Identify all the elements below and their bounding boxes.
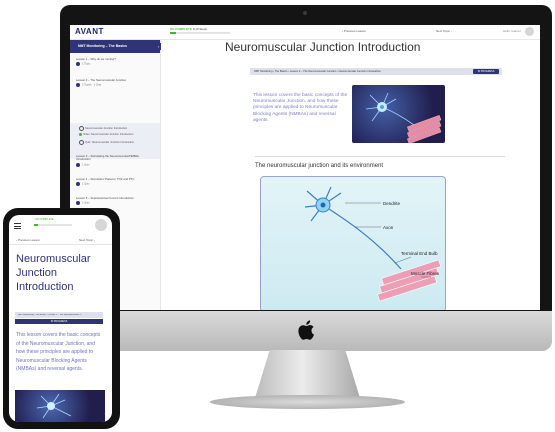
lesson-item[interactable]: Lesson 1 – Why do we monitor? 1 Topic xyxy=(76,57,154,67)
phone-status-badge: IN PROGRESS xyxy=(15,319,103,324)
lesson-title: Lesson 2 – The Neuromuscular Junction xyxy=(76,78,127,82)
lesson-dot-icon xyxy=(76,62,80,67)
phone-previous-lesson-link[interactable]: ‹ Previous Lesson xyxy=(16,238,40,242)
phone-breadcrumb[interactable]: NMT Monitoring › The Basics › Lesson 2 –… xyxy=(15,312,103,318)
phone-screen: 0% COMPLETE ‹ Previous Lesson Next Topic… xyxy=(9,215,112,422)
progress-bar xyxy=(170,32,230,34)
avant-logo[interactable]: AVANT xyxy=(75,27,104,36)
camera-icon xyxy=(303,11,307,15)
lesson-intro: This lesson covers the basic concepts of… xyxy=(253,93,348,123)
lesson-item[interactable]: Lesson 2 – The Neuromuscular Junction 2 … xyxy=(76,78,154,88)
neuron-image xyxy=(352,85,445,143)
dendrite-label: Dendrite xyxy=(383,201,401,206)
axon-label: Axon xyxy=(383,225,394,230)
divider xyxy=(255,156,505,157)
lesson-item[interactable]: Lesson 3 – Stimulating the Neuromuscular… xyxy=(76,154,154,167)
phone-progress-fill xyxy=(34,224,38,226)
course-title: NMT Monitoring – The Basics xyxy=(78,44,128,48)
lesson-meta: 1 Quiz xyxy=(82,183,90,187)
user-greeting[interactable]: Hello, learner xyxy=(503,29,521,33)
phone-lesson-nav: ‹ Previous Lesson Next Topic › xyxy=(9,235,112,245)
apple-logo-icon xyxy=(298,320,314,340)
phone-progress-bar xyxy=(34,224,72,226)
lesson-dot-icon xyxy=(76,162,80,167)
phone-next-topic-link[interactable]: Next Topic › xyxy=(79,238,95,242)
check-icon xyxy=(79,133,82,136)
junction-diagram: Dendrite Axon Terminal End Bulb Muscle F… xyxy=(260,176,446,310)
quiz-icon xyxy=(79,140,84,145)
topic-circle-icon xyxy=(79,126,84,131)
topic-item-quiz[interactable]: Quiz: Neuromuscular Junction Introductio… xyxy=(79,140,134,145)
terminal-end-bulb-label: Terminal End Bulb xyxy=(401,251,438,256)
page-title: Neuromuscular Junction Introduction xyxy=(225,40,421,54)
breadcrumb-text[interactable]: NMT Monitoring › The Basics › Lesson 2 –… xyxy=(254,70,381,73)
breadcrumb: NMT Monitoring › The Basics › Lesson 2 –… xyxy=(250,68,502,75)
app-header: AVANT 0% COMPLETE 1/10 Steps ‹ Previous … xyxy=(70,25,540,40)
imac-screen: AVANT 0% COMPLETE 1/10 Steps ‹ Previous … xyxy=(70,25,540,310)
next-topic-link[interactable]: Next Topic › xyxy=(436,29,452,33)
phone-neuron-image xyxy=(15,390,105,422)
phone-avatar[interactable] xyxy=(95,219,107,231)
imac-stand xyxy=(255,350,360,398)
section-heading: The neuromuscular junction and its envir… xyxy=(255,163,384,169)
lesson-meta: 1 Quiz xyxy=(82,202,90,206)
status-badge: IN PROGRESS xyxy=(473,69,499,74)
phone-breadcrumb-text: NMT Monitoring › The Basics › Lesson 2 –… xyxy=(18,313,83,316)
imac-stand-base xyxy=(210,395,405,409)
device-mockup: AVANT 0% COMPLETE 1/10 Steps ‹ Previous … xyxy=(0,0,555,432)
lesson-title: Lesson 3 – Stimulating the Neuromuscular… xyxy=(76,154,139,162)
lesson-dot-icon xyxy=(76,182,80,187)
muscle-fibres-label: Muscle Fibres xyxy=(411,271,440,276)
topic-item-video[interactable]: Video: Neuromuscular Junction Introducti… xyxy=(79,133,133,136)
phone-progress-label: 0% COMPLETE xyxy=(35,218,54,221)
lesson-dot-icon xyxy=(76,201,80,206)
junction-diagram-illustration: Dendrite Axon Terminal End Bulb Muscle F… xyxy=(304,186,442,302)
topic-item-current[interactable]: Neuromuscular Junction Introduction xyxy=(79,126,127,131)
lesson-title: Lesson 1 – Why do we monitor? xyxy=(76,57,116,61)
progress-label: 0% COMPLETE 1/10 Steps xyxy=(170,27,208,31)
phone-page-title: Neuromuscular Junction Introduction xyxy=(16,253,91,293)
lesson-dot-icon xyxy=(76,83,80,88)
avatar[interactable] xyxy=(525,27,534,36)
lesson-meta: 1 Topic xyxy=(82,63,91,67)
hamburger-menu-icon[interactable] xyxy=(14,223,21,231)
lesson-meta: 1 Quiz xyxy=(82,163,90,167)
course-header[interactable]: NMT Monitoring – The Basics xyxy=(70,40,160,53)
lesson-title: Lesson 4 – Stimulation Patterns: TOF and… xyxy=(76,177,135,181)
progress-bar-fill xyxy=(170,32,176,34)
phone-neuron-illustration xyxy=(36,393,72,419)
sidebar-collapse-icon[interactable]: ‹ xyxy=(156,43,161,50)
lesson-title: Lesson 5 – Supramaximal Current Introduc… xyxy=(76,196,134,200)
lesson-item[interactable]: Lesson 4 – Stimulation Patterns: TOF and… xyxy=(76,177,154,187)
phone-lesson-intro: This lesson covers the basic concepts of… xyxy=(16,332,101,373)
lesson-meta: 2 Topics · 1 Quiz xyxy=(82,84,102,88)
lesson-item[interactable]: Lesson 5 – Supramaximal Current Introduc… xyxy=(76,196,154,206)
neuron-illustration xyxy=(365,92,442,143)
previous-lesson-link[interactable]: ‹ Previous Lesson xyxy=(342,29,366,33)
